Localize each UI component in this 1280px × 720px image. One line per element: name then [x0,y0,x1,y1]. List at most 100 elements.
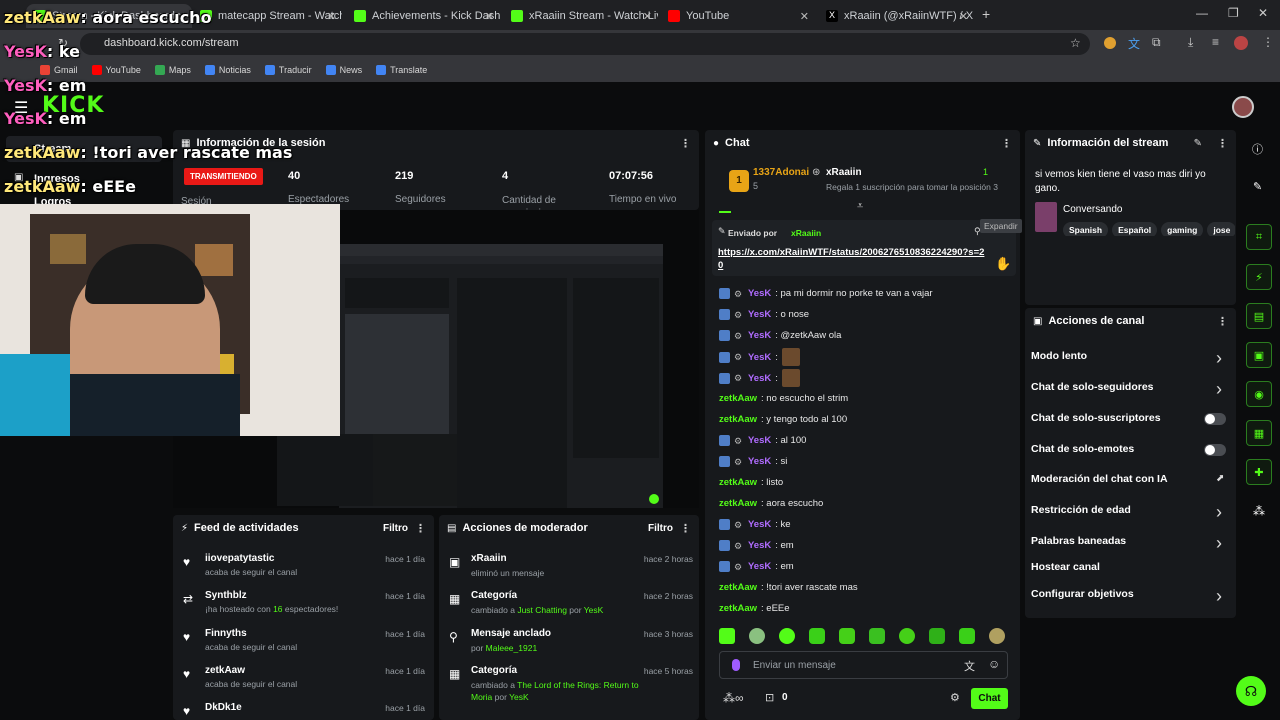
pinned-by-user[interactable]: xRaaiin [791,228,821,238]
external-link-icon[interactable]: ⬈ [1216,473,1224,484]
bookmark-gmail[interactable]: Gmail [40,65,78,75]
chat-username[interactable]: YesK [748,288,771,299]
minimize-icon[interactable]: — [1196,6,1208,20]
chat-message[interactable]: zetkAaw: !tori aver rascate mas [719,582,858,593]
microphone-icon[interactable] [732,659,740,671]
chat-message[interactable]: ⚙ YesK: @zetkAaw ola [719,330,841,341]
list-item[interactable]: ▣ xRaaiin eliminó un mensaje hace 2 horas [449,553,693,579]
media-control-icon[interactable]: ≡ [1212,35,1219,49]
list-item[interactable]: ♥ iiovepatytastic acaba de seguir el canal… [183,553,425,577]
emote-icon[interactable] [929,628,945,644]
close-tab-icon[interactable]: ✕ [327,10,336,23]
bookmark-youtube[interactable]: YouTube [91,65,141,75]
more-options-icon[interactable]: ⋮ [1217,315,1228,328]
more-options-icon[interactable]: ⋮ [415,522,426,535]
chat-input[interactable]: Enviar un mensaje 文 ☺ [719,651,1008,679]
chat-message[interactable]: zetkAaw: aora escucho [719,498,823,509]
channel-action-label[interactable]: Moderación del chat con IA [1031,473,1168,485]
emoji-icon[interactable]: ☺ [988,657,1000,671]
emote-icon[interactable] [749,628,765,644]
download-icon[interactable]: ⤓ [1188,35,1193,50]
extensions-puzzle-icon[interactable]: ⧉ [1152,35,1161,50]
emote-icon[interactable] [839,628,855,644]
bookmark-traducir[interactable]: Traducir [264,65,312,75]
channel-action-label[interactable]: Restricción de edad [1031,504,1131,516]
extension-icon[interactable] [1104,37,1116,49]
toggle-switch[interactable] [1204,413,1226,425]
channel-points-icon[interactable]: ⁂∞ [723,691,744,705]
emote-icon[interactable] [809,628,825,644]
close-tab-icon[interactable]: ✕ [643,10,652,23]
list-item[interactable]: ♥ Finnyths acaba de seguir el canal hace 1 … [183,628,425,652]
bookmark-maps[interactable]: Maps [154,65,191,75]
more-options-icon[interactable]: ⋮ [1217,137,1228,150]
collapse-leaderboard-icon[interactable]: ⩡ [857,200,863,213]
list-item[interactable]: ⇄ Synthblz ¡ha hosteado con 16 espectadore… [183,590,425,614]
chat-username[interactable]: zetkAaw [719,477,757,488]
close-tab-icon[interactable]: ✕ [800,10,809,23]
chevron-right-icon[interactable]: › [1216,586,1222,607]
list-item[interactable]: ♥ zetkAaw acaba de seguir el canal hace 1 d… [183,665,425,689]
rail-tool-expand[interactable]: ⌗ [1246,224,1272,250]
chat-username[interactable]: YesK [748,373,771,384]
close-tab-icon[interactable]: ✕ [959,10,968,23]
rail-tool-bolt[interactable]: ⚡ [1246,264,1272,290]
send-chat-button[interactable]: Chat [971,688,1008,709]
filter-button[interactable]: Filtro [383,523,408,534]
channel-action-label[interactable]: Hostear canal [1031,561,1100,573]
edit-icon[interactable]: ✎ [1194,138,1202,149]
tag[interactable]: jose [1207,222,1235,236]
user-avatar[interactable] [1232,96,1254,118]
tab-achievements[interactable]: Achievements - Kick Dashboard ✕ [346,4,500,28]
new-tab-icon[interactable]: + [982,6,990,22]
gift-icon[interactable]: ⊡ [765,691,774,704]
emote-icon[interactable] [899,628,915,644]
top-gifter-name[interactable]: 1337Adonai [753,167,809,178]
translate-extension-icon[interactable]: 文 [1128,35,1140,52]
community-icon[interactable]: ⁂ [1253,504,1265,518]
chat-username[interactable]: zetkAaw [719,603,757,614]
chevron-right-icon[interactable]: › [1216,533,1222,554]
translate-icon[interactable]: 文 [964,658,975,674]
chat-username[interactable]: zetkAaw [719,582,757,593]
chat-message[interactable]: ⚙ YesK: pa mi dormir no porke te van a va… [719,288,933,299]
toggle-switch[interactable] [1204,444,1226,456]
channel-action-label[interactable]: Chat de solo-emotes [1031,443,1134,455]
chat-username[interactable]: zetkAaw [719,393,757,404]
tag[interactable]: gaming [1161,222,1204,236]
chat-message[interactable]: zetkAaw: listo [719,477,783,488]
chat-message[interactable]: zetkAaw: y tengo todo al 100 [719,414,847,425]
chat-settings-gear-icon[interactable]: ⚙ [950,691,960,704]
chevron-right-icon[interactable]: › [1216,348,1222,369]
list-item[interactable]: ▦ Categoría cambiado a The Lord of the Rin… [449,665,693,703]
list-item[interactable]: ⚲ Mensaje anclado por Maleee_1921 hace 3 ho… [449,628,693,654]
bookmark-news[interactable]: News [325,65,362,75]
emote-icon[interactable] [869,628,885,644]
bookmark-star-icon[interactable]: ☆ [1070,36,1081,50]
chat-username[interactable]: YesK [748,561,771,572]
category-name[interactable]: Conversando [1063,204,1122,215]
list-item[interactable]: ▦ Categoría cambiado a Just Chatting por Y… [449,590,693,616]
tag[interactable]: Spanish [1063,222,1109,236]
more-options-icon[interactable]: ⋮ [680,522,691,535]
restore-icon[interactable]: ❐ [1228,6,1239,20]
chat-message[interactable]: ⚙ YesK: em [719,561,794,572]
close-tab-icon[interactable]: ✕ [485,10,494,23]
mod-subtext-highlight[interactable]: Just Chatting [517,605,567,615]
chat-message[interactable]: ⚙ YesK: ke [719,519,791,530]
chat-username[interactable]: YesK [748,456,771,467]
rail-tool-moderation[interactable]: ▦ [1246,420,1272,446]
tab-xraaiin-stream[interactable]: xRaaiin Stream - Watch Live on ✕ [503,4,658,28]
info-circle-icon[interactable]: ⓘ [1252,141,1263,157]
mod-subtext-user[interactable]: YesK [509,692,529,702]
chat-message[interactable]: ⚙ YesK: [719,369,800,387]
more-options-icon[interactable]: ⋮ [1001,137,1012,150]
chat-message[interactable]: ⚙ YesK: em [719,540,794,551]
chat-message[interactable]: ⚙ YesK: si [719,456,787,467]
pencil-icon[interactable]: ✎ [1253,180,1262,193]
rail-tool-broadcast[interactable]: ◉ [1246,381,1272,407]
mod-subtext-user[interactable]: YesK [584,605,604,615]
chat-username[interactable]: YesK [748,330,771,341]
bookmark-noticias[interactable]: Noticias [204,65,251,75]
chat-username[interactable]: zetkAaw [719,414,757,425]
